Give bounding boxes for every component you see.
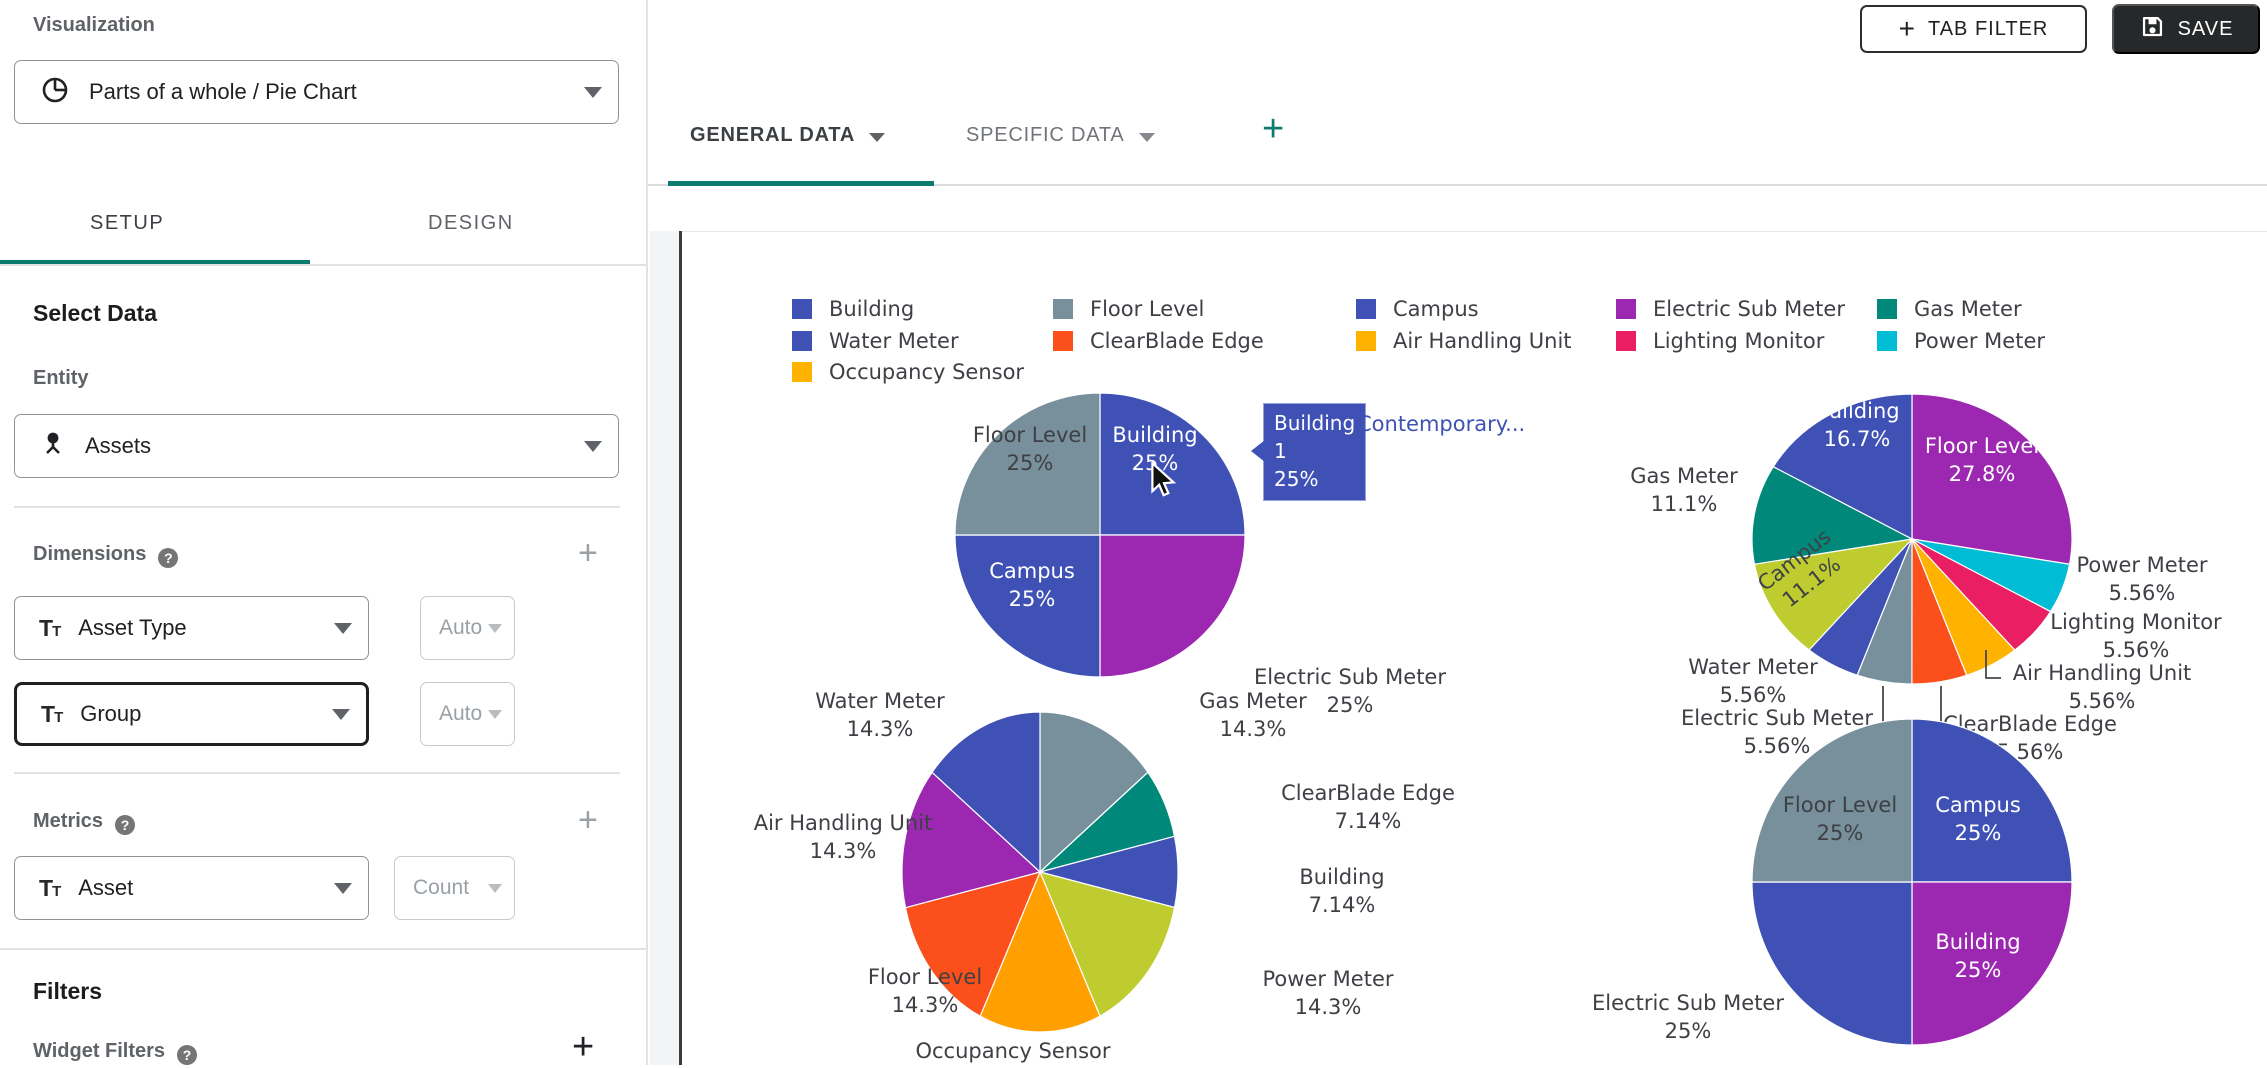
pie-slice-label: Air Handling Unit5.56% (2013, 661, 2192, 713)
dashboard-widget-editor: Visualization Parts of a whole / Pie Cha… (0, 0, 2267, 1065)
pie-slice-label: Lighting Monitor5.56% (2050, 610, 2222, 662)
pie-slice-label: Building7.14% (1299, 865, 1384, 917)
pie-slice-label: ClearBlade Edge7.14% (1281, 781, 1455, 833)
asset-type-pie-2: Gas Meter14.3% ClearBlade Edge7.14% Buildi… (754, 689, 1455, 1065)
pie-slice-label: Electric Sub Meter25% (1592, 991, 1784, 1043)
pie-slice-label: Power Meter5.56% (2077, 553, 2208, 605)
pie-charts-canvas: Building25%Electric Sub Meter25%Campus25… (0, 0, 2267, 1065)
pie-slice-label: Power Meter14.3% (1263, 967, 1394, 1019)
group-pie-1: Floor Level27.8%Power Meter5.56%Lighting… (1630, 394, 2222, 764)
pie-slice-label: Gas Meter11.1% (1630, 464, 1738, 516)
asset-type-pie-1: Building25%Electric Sub Meter25%Campus25… (955, 393, 1446, 717)
pie-slice-electric-sub-meter[interactable] (1100, 535, 1245, 677)
pie-slice-label: Occupancy Sensor14.3% (915, 1039, 1110, 1065)
pie-slice-label: Water Meter5.56% (1688, 655, 1818, 707)
group-pie-2: Campus25%Building25%Electric Sub Meter25… (1592, 719, 2072, 1045)
slice-hover-tooltip: Building 1 25% (1263, 403, 1366, 501)
pie-slice-label: Water Meter14.3% (815, 689, 945, 741)
tooltip-secondary-label: Contemporary... (1357, 412, 1525, 436)
mouse-cursor (1150, 462, 1184, 502)
pie-slice-label: Gas Meter14.3% (1199, 689, 1307, 741)
pie-slice-electric-sub-meter[interactable] (1752, 882, 1912, 1045)
